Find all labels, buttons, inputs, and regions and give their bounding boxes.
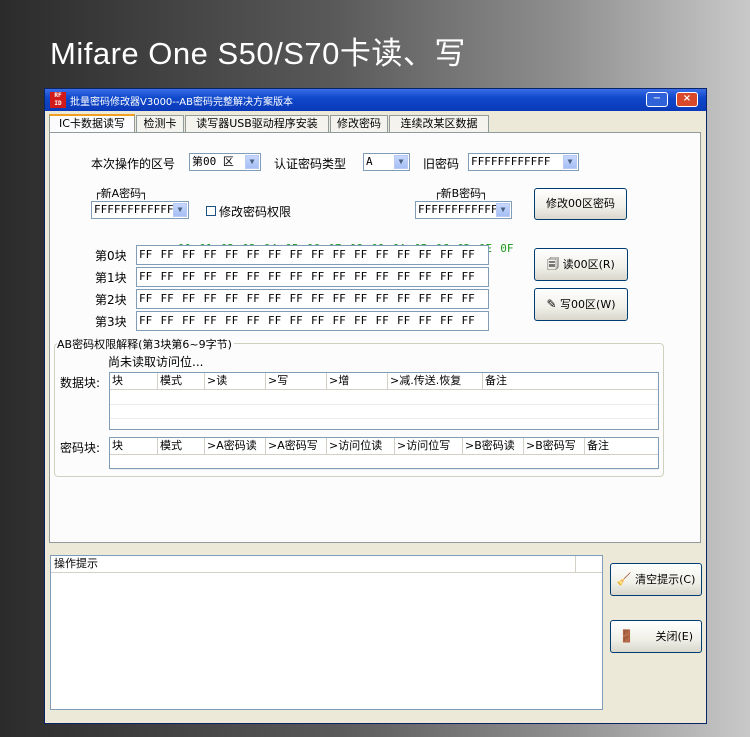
tab-page-ic-read-write: 本次操作的区号 第00 区 ▼ 认证密码类型 A ▼ 旧密码 FFFFFFFFF… (49, 132, 701, 543)
block-0-label: 第0块 (95, 249, 127, 263)
exit-button[interactable]: 🚪 关闭(E) (610, 620, 702, 653)
title-bar[interactable]: RF ID 批量密码修改器V3000--AB密码完整解决方案版本 − × (45, 89, 706, 111)
data-block-label: 数据块: (60, 376, 101, 390)
broom-icon: 🧹 (616, 572, 632, 586)
chevron-down-icon[interactable]: ▼ (245, 155, 259, 169)
block-2-data[interactable]: FF FF FF FF FF FF FF FF FF FF FF FF FF FF FF FF (136, 289, 489, 309)
block-1-data[interactable]: FF FF FF FF FF FF FF FF FF FF FF FF FF FF FF FF (136, 267, 489, 287)
key-block-label: 密码块: (60, 441, 101, 455)
new-b-key-label: ┌新B密码┐ (434, 187, 488, 200)
close-window-button[interactable]: × (676, 92, 698, 107)
operation-log-title: 操作提示 (51, 556, 576, 572)
operation-log[interactable]: 操作提示 (50, 555, 603, 710)
modify-sector-password-button[interactable]: 修改00区密码 (534, 188, 627, 220)
tab-change-password[interactable]: 修改密码 (330, 115, 388, 132)
minimize-button[interactable]: − (646, 92, 668, 107)
write-sector-label: 写00区(W) (560, 298, 616, 311)
new-a-key-select[interactable]: FFFFFFFFFFFF ▼ (91, 201, 189, 219)
read-card-icon: 🗐 (547, 257, 560, 271)
window-title: 批量密码修改器V3000--AB密码完整解决方案版本 (70, 97, 293, 108)
block-3-data[interactable]: FF FF FF FF FF FF FF FF FF FF FF FF FF FF FF FF (136, 311, 489, 331)
read-sector-label: 读00区(R) (562, 258, 615, 271)
modify-permission-checkbox[interactable] (206, 206, 216, 216)
clear-log-label: 清空提示(C) (635, 573, 696, 586)
old-key-select[interactable]: FFFFFFFFFFFF ▼ (468, 153, 579, 171)
tab-ic-read-write[interactable]: IC卡数据读写 (49, 114, 135, 133)
write-sector-button[interactable]: ✎ 写00区(W) (534, 288, 628, 321)
chevron-down-icon[interactable]: ▼ (496, 203, 510, 217)
key-block-table[interactable]: 块 模式 >A密码读 >A密码写 >访问位读 >访问位写 >B密码读 >B密码写… (109, 437, 659, 470)
data-block-table[interactable]: 块 模式 >读 >写 >增 >减.传送.恢复 备注 (109, 372, 659, 430)
permission-group-title: AB密码权限解释(第3块第6~9字节) (57, 336, 234, 352)
tab-usb-driver[interactable]: 读写器USB驱动程序安装 (185, 115, 329, 132)
new-a-key-value: FFFFFFFFFFFF (94, 203, 174, 216)
new-b-key-select[interactable]: FFFFFFFFFFFF ▼ (415, 201, 512, 219)
sector-select[interactable]: 第00 区 ▼ (189, 153, 261, 171)
exit-label: 关闭(E) (655, 630, 693, 643)
modify-permission-label: 修改密码权限 (219, 205, 292, 219)
block-0-data[interactable]: FF FF FF FF FF FF FF FF FF FF FF FF FF FF FF FF (136, 245, 489, 265)
read-sector-button[interactable]: 🗐 读00区(R) (534, 248, 628, 281)
new-a-key-label: ┌新A密码┐ (94, 187, 148, 200)
old-key-value: FFFFFFFFFFFF (471, 155, 551, 168)
clear-log-button[interactable]: 🧹 清空提示(C) (610, 563, 702, 596)
old-key-label: 旧密码 (423, 157, 460, 171)
auth-type-value: A (366, 155, 373, 168)
exit-door-icon: 🚪 (619, 629, 634, 643)
table-row (110, 390, 658, 405)
new-b-key-value: FFFFFFFFFFFF (418, 203, 498, 216)
chevron-down-icon[interactable]: ▼ (563, 155, 577, 169)
table-row (110, 455, 658, 470)
tab-detect-card[interactable]: 检测卡 (136, 115, 184, 132)
block-3-label: 第3块 (95, 315, 127, 329)
block-1-label: 第1块 (95, 271, 127, 285)
banner-title: Mifare One S50/S70卡读、写 (50, 36, 466, 71)
tab-continuous-modify[interactable]: 连续改某区数据 (389, 115, 489, 132)
rfid-app-icon: RF ID (50, 92, 66, 108)
block-2-label: 第2块 (95, 293, 127, 307)
permission-status: 尚未读取访问位... (108, 355, 204, 369)
chevron-down-icon[interactable]: ▼ (173, 203, 187, 217)
sector-value: 第00 区 (192, 155, 234, 168)
auth-type-select[interactable]: A ▼ (363, 153, 410, 171)
key-block-table-header: 块 模式 >A密码读 >A密码写 >访问位读 >访问位写 >B密码读 >B密码写… (110, 438, 658, 455)
sector-label: 本次操作的区号 (91, 157, 176, 171)
app-window: RF ID 批量密码修改器V3000--AB密码完整解决方案版本 − × IC卡… (44, 88, 707, 724)
auth-type-label: 认证密码类型 (274, 157, 347, 171)
data-block-table-header: 块 模式 >读 >写 >增 >减.传送.恢复 备注 (110, 373, 658, 390)
write-card-icon: ✎ (546, 297, 557, 311)
chevron-down-icon[interactable]: ▼ (394, 155, 408, 169)
table-row (110, 404, 658, 419)
operation-log-header: 操作提示 (51, 556, 602, 573)
